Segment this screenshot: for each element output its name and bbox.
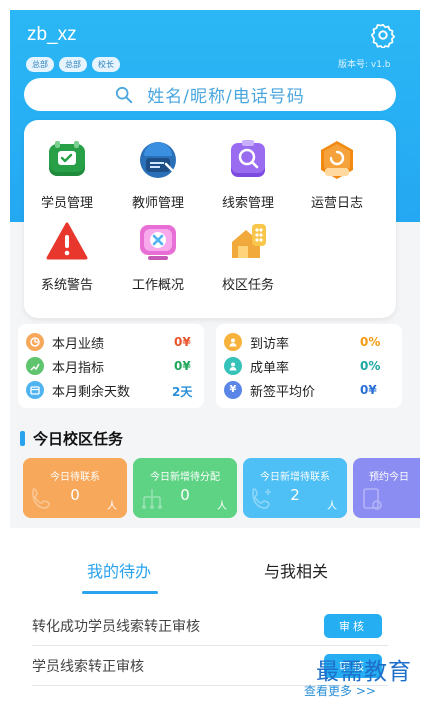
calendar-icon	[26, 381, 44, 399]
menu-lead-management[interactable]: 线索管理	[205, 138, 291, 211]
menu-work-overview[interactable]: 工作概况	[115, 220, 201, 293]
work-overview-icon	[140, 225, 176, 260]
task-unit: 人	[107, 501, 117, 512]
task-unit: 人	[217, 501, 227, 512]
task-card-to-assign[interactable]: 今日新增待分配 0 人	[133, 458, 237, 518]
document-icon	[363, 488, 382, 510]
tab-my-todo[interactable]: 我的待办	[87, 558, 151, 582]
log-icon	[321, 141, 353, 179]
deal-user-icon	[224, 357, 242, 375]
username: zb_xz	[27, 24, 77, 45]
section-title-text: 今日校区任务	[33, 430, 124, 448]
menu-label: 运营日志	[310, 196, 363, 211]
menu-label: 系统警告	[40, 278, 93, 293]
app-screen: zb_xz 总部 总部 校长 版本号: v1.b 姓名/昵称/电话号码 学员管理…	[10, 10, 420, 704]
menu-label: 学员管理	[40, 196, 93, 211]
stat-monthly-target: 本月指标	[26, 356, 104, 376]
campus-task-icon	[232, 224, 266, 258]
visit-user-icon	[224, 333, 242, 351]
role-badges: 总部 总部 校长	[26, 57, 120, 72]
stats-card-right: 到访率 0% 成单率 0% ¥ 新签平均价 0¥	[216, 324, 402, 408]
task-unit: 人	[327, 501, 337, 512]
search-icon	[116, 86, 133, 103]
badge-hq-2: 总部	[59, 57, 87, 72]
gear-icon[interactable]	[370, 22, 396, 48]
section-title: 今日校区任务	[20, 428, 123, 449]
watermark-logo: 最需教育	[316, 659, 412, 685]
menu-campus-task[interactable]: 校区任务	[205, 220, 291, 293]
stat-deal-rate: 成单率	[224, 356, 289, 376]
review-button[interactable]: 审核	[324, 614, 382, 638]
student-check-icon	[49, 141, 85, 176]
stat-visit-rate: 到访率	[224, 332, 289, 352]
lead-search-icon	[231, 140, 265, 177]
task-title: 预约今日	[369, 472, 409, 483]
teacher-icon	[140, 142, 176, 178]
task-title: 今日待联系	[50, 472, 100, 483]
view-more-link[interactable]: 查看更多 >>	[304, 682, 376, 699]
target-chart-icon	[26, 357, 44, 375]
badge-hq: 总部	[26, 57, 54, 72]
tab-related-to-me[interactable]: 与我相关	[264, 558, 328, 582]
stat-value: 0¥	[174, 359, 191, 373]
stats-card-left: 本月业绩 0¥ 本月指标 0¥ 本月剩余天数 2天	[18, 324, 204, 408]
task-title: 今日新增待联系	[260, 472, 330, 483]
stat-value: 0%	[360, 359, 381, 373]
search-bar[interactable]: 姓名/昵称/电话号码	[24, 78, 396, 111]
stat-remaining-days: 本月剩余天数	[26, 380, 130, 400]
performance-icon	[26, 333, 44, 351]
menu-label: 工作概况	[131, 278, 184, 293]
yen-icon: ¥	[224, 381, 242, 399]
stat-label: 成单率	[250, 360, 290, 376]
section-accent-bar	[20, 431, 25, 446]
version-label: 版本号: v1.b	[338, 60, 391, 70]
menu-label: 线索管理	[221, 196, 274, 211]
active-tab-indicator	[82, 591, 158, 594]
menu-operation-log[interactable]: 运营日志	[294, 138, 380, 211]
menu-student-management[interactable]: 学员管理	[24, 138, 110, 211]
stat-label: 本月指标	[52, 360, 105, 376]
stat-value: 0%	[360, 335, 381, 349]
stat-monthly-performance: 本月业绩	[26, 332, 104, 352]
todo-item: 转化成功学员线索转正审核 审核	[32, 606, 388, 646]
stat-label: 本月剩余天数	[52, 384, 131, 400]
menu-grid: 学员管理 教师管理 线索管理 运营日志 系统警告 工作概况 校区任务	[24, 120, 396, 318]
menu-teacher-management[interactable]: 教师管理	[115, 138, 201, 211]
task-card-new-to-contact[interactable]: 今日新增待联系 2 人	[243, 458, 347, 518]
stat-value: 0¥	[174, 335, 191, 349]
warning-icon	[46, 222, 88, 260]
todo-text: 转化成功学员线索转正审核	[32, 618, 200, 635]
stat-label: 新签平均价	[250, 384, 316, 400]
task-card-to-contact[interactable]: 今日待联系 0 人	[23, 458, 127, 518]
stat-label: 到访率	[250, 336, 290, 352]
task-title: 今日新增待分配	[150, 472, 220, 483]
menu-label: 教师管理	[131, 196, 184, 211]
stat-label: 本月业绩	[52, 336, 105, 352]
stat-value: 2天	[172, 385, 193, 399]
stat-average-price: ¥ 新签平均价	[224, 380, 315, 400]
todo-text: 学员线索转正审核	[32, 658, 144, 675]
task-card-appointment-today[interactable]: 预约今日	[353, 458, 420, 518]
badge-principal: 校长	[92, 57, 120, 72]
search-input[interactable]: 姓名/昵称/电话号码	[147, 82, 304, 107]
menu-system-warning[interactable]: 系统警告	[24, 220, 110, 293]
stat-value: 0¥	[360, 383, 377, 397]
menu-label: 校区任务	[221, 278, 274, 293]
